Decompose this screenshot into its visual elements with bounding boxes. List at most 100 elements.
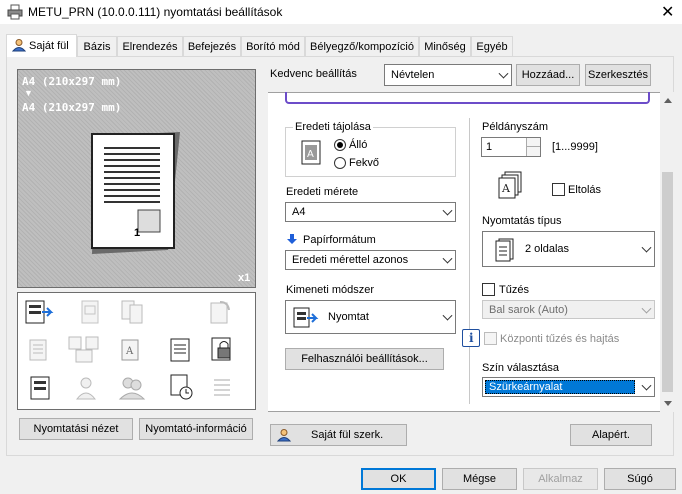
rotate-icon [210, 301, 230, 324]
svg-text:A: A [125, 346, 134, 357]
favorites-value: Névtelen [391, 69, 435, 81]
center-staple-label: Központi tűzés és hajtás [500, 333, 620, 345]
security-icon [211, 337, 231, 361]
color-combo[interactable]: Szürkeárnyalat [482, 377, 655, 397]
tab-other[interactable]: Egyéb [471, 36, 513, 56]
staple-label: Tűzés [499, 284, 529, 296]
print-type-label: Nyomtatás típus [482, 215, 562, 227]
original-size-label: Eredeti mérete [286, 186, 359, 198]
portrait-label: Álló [349, 139, 368, 151]
chevron-down-icon [442, 205, 453, 216]
chevron-down-icon [641, 303, 652, 314]
output-method-combo[interactable]: Nyomtat [285, 300, 456, 334]
print-type-combo[interactable]: 2 oldalas [482, 231, 655, 267]
tray-icon [214, 379, 230, 396]
combine-icon [68, 336, 99, 363]
chevron-down-icon [641, 380, 652, 391]
stepper-up-icon[interactable] [526, 138, 540, 147]
staple-value: Bal sarok (Auto) [489, 304, 568, 316]
center-staple-checkbox [484, 332, 497, 345]
color-label: Szín választása [482, 362, 560, 374]
tab-own-label: Saját fül [29, 40, 69, 52]
info-icon-glyph: i [469, 331, 474, 345]
collate-checkbox[interactable] [552, 183, 565, 196]
paper-format-label: Papírformátum [303, 234, 376, 246]
print-output-icon [293, 307, 319, 328]
copies-label: Példányszám [482, 121, 549, 133]
svg-text:A: A [501, 182, 511, 195]
tab-cover-mode[interactable]: Borító mód [241, 36, 305, 56]
tab-finishing[interactable]: Befejezés [183, 36, 241, 56]
preview-size-original: A4 (210x297 mm) [22, 75, 122, 88]
layout-icon [29, 339, 47, 361]
printer-info-button[interactable]: Nyomtató-információ [139, 418, 253, 440]
edit-favorite-button[interactable]: Szerkesztés [585, 64, 651, 86]
tab-stamp-composition[interactable]: Bélyegző/kompozíció [305, 36, 419, 56]
user-icon [277, 429, 291, 442]
user-icon [12, 39, 26, 52]
print-type-value: 2 oldalas [525, 243, 570, 255]
custom-tab-edit-label: Saját fül szerk. [311, 429, 384, 441]
tab-own[interactable]: Saját fül [6, 34, 77, 57]
partial-panel-top [285, 92, 650, 104]
copies-stepper[interactable]: 1 [481, 137, 541, 157]
output-method-value: Nyomtat [328, 311, 369, 323]
scroll-down-icon[interactable] [664, 401, 672, 406]
original-size-combo[interactable]: A4 [285, 202, 456, 222]
arrow-down-icon [287, 234, 297, 244]
ok-button[interactable]: OK [361, 468, 436, 490]
copies-value: 1 [486, 141, 493, 153]
window-title: METU_PRN (10.0.0.111) nyomtatási beállít… [28, 5, 283, 19]
favorites-combo[interactable]: Névtelen [384, 64, 512, 86]
scroll-thumb[interactable] [662, 172, 673, 392]
output-method-label: Kimeneti módszer [286, 284, 375, 296]
column-divider [469, 118, 470, 404]
printer-icon [7, 4, 23, 20]
chevron-down-icon [641, 242, 652, 253]
document-icon [170, 338, 190, 362]
stamp-icon [81, 300, 99, 324]
duplex-icon [495, 238, 514, 262]
tab-basic[interactable]: Bázis [77, 36, 117, 56]
finishing-icon [30, 376, 50, 400]
portrait-radio[interactable] [334, 139, 346, 151]
collate-label: Eltolás [568, 184, 602, 196]
print-view-button[interactable]: Nyomtatási nézet [19, 418, 133, 440]
chevron-down-icon [498, 68, 509, 79]
tab-quality[interactable]: Minőség [419, 36, 471, 56]
apply-button: Alkalmaz [523, 468, 598, 490]
landscape-label: Fekvő [349, 157, 379, 169]
orientation-label: Eredeti tájolása [293, 121, 373, 133]
staple-combo: Bal sarok (Auto) [482, 300, 655, 319]
user-auth-icon [75, 377, 97, 400]
schedule-icon [170, 374, 193, 400]
paper-format-value: Eredeti mérettel azonos [292, 254, 409, 266]
paper-format-combo[interactable]: Eredeti mérettel azonos [285, 250, 456, 270]
original-size-value: A4 [292, 206, 306, 218]
chevron-down-icon [442, 310, 453, 321]
info-icon[interactable]: i [462, 329, 480, 347]
user-settings-button[interactable]: Felhasználói beállítások... [285, 348, 444, 370]
text-page-icon: A [121, 339, 139, 361]
default-button[interactable]: Alapért. [570, 424, 652, 446]
chevron-down-icon [442, 253, 453, 264]
preview-arrow: ▼ [24, 88, 33, 98]
svg-text:A: A [307, 149, 314, 160]
portrait-page-icon: A [301, 140, 321, 165]
landscape-radio[interactable] [334, 157, 346, 169]
add-favorite-button[interactable]: Hozzáad... [516, 64, 580, 86]
scroll-up-icon[interactable] [664, 98, 672, 103]
close-icon[interactable]: ✕ [661, 2, 674, 22]
custom-tab-edit-button[interactable]: Saját fül szerk. [270, 424, 407, 446]
cancel-button[interactable]: Mégse [442, 468, 517, 490]
account-icon [118, 377, 146, 400]
favorites-label: Kedvenc beállítás [270, 68, 357, 80]
staple-checkbox[interactable] [482, 283, 495, 296]
print-output-icon[interactable] [24, 298, 56, 326]
tab-layout[interactable]: Elrendezés [117, 36, 183, 56]
booklet-icon [121, 300, 143, 324]
page-number: 1 [134, 227, 141, 239]
preview-size-output: A4 (210x297 mm) [22, 101, 122, 114]
help-button[interactable]: Súgó [604, 468, 676, 490]
stepper-down-icon[interactable] [526, 147, 540, 156]
